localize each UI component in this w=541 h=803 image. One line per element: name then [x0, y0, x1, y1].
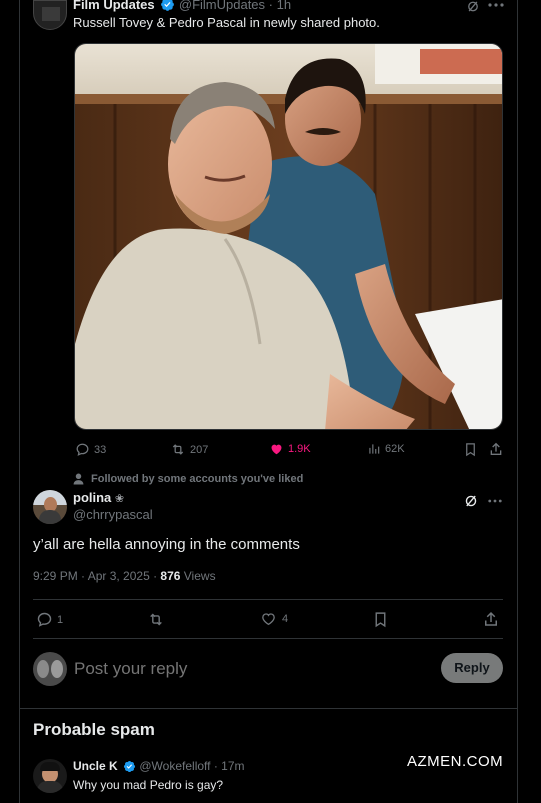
spam-section-heading: Probable spam	[33, 720, 155, 739]
share-icon	[485, 611, 497, 626]
quoted-post-header: Film Updates @FilmUpdates · 1h	[73, 0, 291, 12]
flower-badge-icon: ❀	[114, 493, 125, 505]
grok-icon[interactable]	[466, 0, 480, 13]
reply-author-name[interactable]: polina	[73, 490, 111, 505]
watermark: AZMEN.COM	[407, 753, 504, 770]
repost-icon	[150, 613, 162, 626]
quoted-time[interactable]: · 1h	[269, 0, 291, 12]
quoted-reply-action[interactable]: 33	[75, 442, 106, 457]
polina-avatar[interactable]	[33, 490, 67, 524]
repost-icon	[172, 444, 184, 455]
quoted-replies-count: 33	[94, 443, 107, 456]
divider	[33, 638, 503, 639]
spam-post-text: Why you mad Pedro is gay?	[73, 778, 224, 792]
reply-views-label: Views	[180, 569, 216, 583]
bookmark-icon	[466, 443, 475, 457]
divider	[33, 599, 503, 600]
heart-filled-icon	[271, 444, 282, 455]
quoted-like-action[interactable]: 1.9K	[269, 442, 311, 456]
bookmark-icon	[375, 612, 386, 628]
post-photo[interactable]	[74, 43, 503, 430]
photo-illustration	[75, 44, 502, 429]
reply-icon	[76, 443, 89, 456]
reply-button[interactable]: Reply	[441, 653, 503, 683]
reply-handle[interactable]: @chrrypascal	[73, 507, 153, 522]
spam-handle[interactable]: @Wokefelloff	[139, 759, 210, 773]
heart-icon	[262, 613, 275, 626]
social-context: Followed by some accounts you've liked	[73, 473, 303, 485]
reply-repost-action[interactable]	[147, 611, 165, 633]
reply-views-count: 876	[160, 569, 181, 583]
uncle-k-avatar[interactable]	[33, 759, 67, 793]
quoted-views-action[interactable]: 62K	[367, 442, 405, 456]
reply-composer-input[interactable]	[74, 657, 424, 681]
quoted-reposts-count: 207	[190, 443, 209, 456]
quoted-likes-count: 1.9K	[288, 443, 311, 455]
reply-timestamp[interactable]: 9:29 PM · Apr 3, 2025 ·	[33, 569, 160, 583]
quoted-handle[interactable]: @FilmUpdates	[179, 0, 265, 12]
reply-bookmark-action[interactable]	[373, 611, 388, 633]
quoted-post-text: Russell Tovey & Pedro Pascal in newly sh…	[73, 15, 380, 30]
verified-badge-icon	[161, 0, 175, 11]
reply-post-text: y’all are hella annoying in the comments	[33, 536, 300, 553]
social-context-text: Followed by some accounts you've liked	[91, 473, 304, 485]
reply-author-row: polina ❀	[73, 490, 124, 505]
reply-replies-count: 1	[57, 613, 64, 626]
quoted-repost-action[interactable]: 207	[170, 442, 208, 457]
spam-time[interactable]: · 17m	[214, 759, 245, 773]
user-avatar[interactable]	[33, 652, 67, 686]
quoted-author-name[interactable]: Film Updates	[73, 0, 155, 12]
views-icon	[369, 444, 380, 454]
spam-author-row: Uncle K @Wokefelloff · 17m	[73, 759, 245, 773]
verified-badge-icon	[123, 760, 136, 773]
reply-like-action[interactable]: 4	[260, 611, 288, 627]
reply-meta: 9:29 PM · Apr 3, 2025 · 876 Views	[33, 569, 216, 583]
reply-share-action[interactable]	[483, 610, 499, 633]
more-options-icon[interactable]	[488, 3, 504, 7]
reply-icon	[37, 612, 52, 627]
quoted-share-action[interactable]	[489, 441, 503, 462]
spam-author-name[interactable]: Uncle K	[73, 759, 118, 773]
more-options-icon-reply[interactable]	[488, 499, 502, 503]
quoted-bookmark-action[interactable]	[464, 442, 477, 462]
reply-reply-action[interactable]: 1	[36, 611, 63, 628]
divider	[19, 708, 518, 709]
grok-icon-reply[interactable]	[464, 494, 478, 508]
quoted-views-count: 62K	[385, 443, 405, 455]
share-icon	[490, 442, 502, 455]
reply-likes-count: 4	[282, 613, 289, 625]
person-icon	[73, 473, 84, 485]
